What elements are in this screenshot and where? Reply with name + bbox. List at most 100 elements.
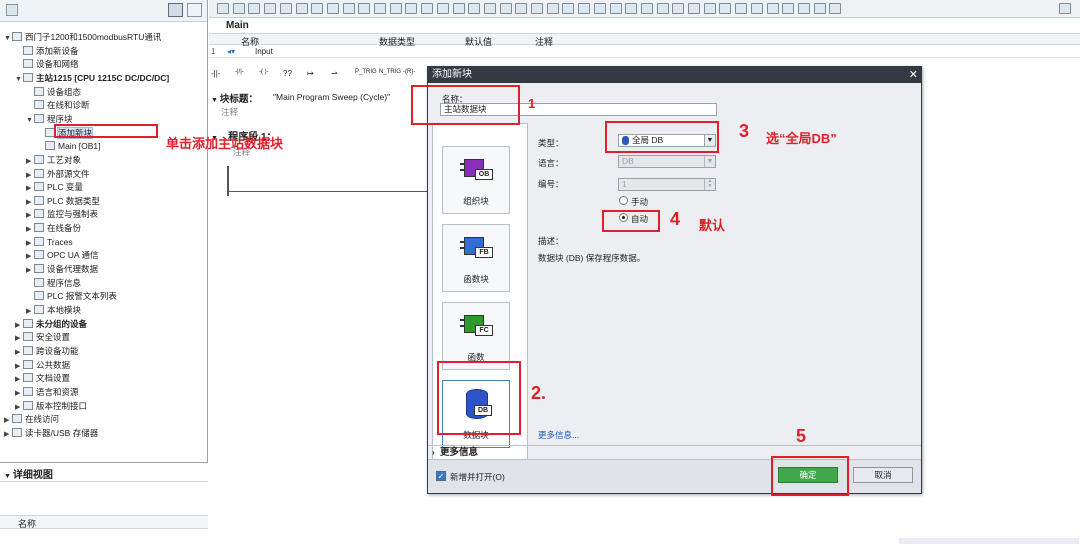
toolbar-icon[interactable] (656, 3, 669, 14)
tree-item[interactable]: ▶ 语言和资源 (15, 386, 79, 399)
tree-item[interactable]: ▶ 工艺对象 (26, 154, 81, 167)
toolbar-icon[interactable] (766, 3, 779, 14)
interface-row-input[interactable]: 1 ◂▾ Input (209, 46, 1080, 58)
detail-name-column[interactable]: 名称 (18, 517, 36, 530)
toolbar-icon[interactable] (279, 3, 292, 14)
expand-down-icon[interactable]: ▼ (4, 32, 12, 45)
ladder-instruction-button[interactable]: N_TRIG (379, 69, 401, 75)
toolbar-icon[interactable] (735, 3, 748, 14)
block-type-ob[interactable]: OB 组织块 (442, 146, 510, 214)
tree-item[interactable]: ▼ 西门子1200和1500modbusRTU通讯 (4, 31, 161, 44)
toolbar-icon[interactable] (782, 3, 795, 14)
toolbar-icon[interactable] (750, 3, 763, 14)
toolbar-icon[interactable] (405, 3, 418, 14)
tree-item[interactable]: ▶ PLC 数据类型 (26, 195, 100, 208)
expand-right-icon[interactable]: ▶ (26, 237, 34, 250)
ladder-instruction-button[interactable]: P_TRIG (355, 69, 377, 75)
toolbar-icon[interactable] (672, 3, 685, 14)
toolbar-icon[interactable] (593, 3, 606, 14)
toolbar-icon[interactable] (609, 3, 622, 14)
expand-right-icon[interactable]: ▶ (26, 155, 34, 168)
toolbar-icon[interactable] (578, 3, 591, 14)
expand-right-icon[interactable]: ▶ (15, 346, 23, 359)
ladder-instruction-button[interactable]: -|/|- (235, 69, 244, 75)
toolbar-icon[interactable] (389, 3, 402, 14)
toolbar-icon[interactable] (311, 3, 324, 14)
split-view-icon[interactable] (187, 3, 202, 17)
tree-item[interactable]: ▶ 文档设置 (15, 372, 70, 385)
expand-right-icon[interactable]: ▶ (15, 319, 23, 332)
tree-item[interactable]: ▶ 在线备份 (26, 222, 81, 235)
number-stepper[interactable]: 1 ▲ ▼ (618, 178, 716, 191)
scroll-right-icon[interactable] (1059, 3, 1071, 14)
toolbar-icon[interactable] (546, 3, 559, 14)
tree-item[interactable]: 在线和诊断 (26, 99, 90, 112)
toolbar-icon[interactable] (468, 3, 481, 14)
toolbar-icon[interactable] (829, 3, 842, 14)
expand-right-icon[interactable]: ▶ (26, 182, 34, 195)
tree-item[interactable]: 程序信息 (26, 277, 81, 290)
toolbar-icon[interactable] (374, 3, 386, 14)
tree-item[interactable]: ▶ 读卡器/USB 存储器 (4, 427, 98, 440)
toolbar-icon[interactable] (813, 3, 826, 14)
toolbar-icon[interactable] (326, 3, 339, 14)
ladder-instruction-button[interactable]: ?? (283, 69, 292, 78)
expand-right-icon[interactable]: ▶ (15, 387, 23, 400)
toolbar-icon[interactable] (436, 3, 449, 14)
toolbar-icon[interactable] (264, 3, 277, 14)
block-title-value[interactable]: "Main Program Sweep (Cycle)" (273, 92, 390, 102)
expand-right-icon[interactable]: ▶ (26, 223, 34, 236)
tree-item[interactable]: ▶ 外部源文件 (26, 168, 90, 181)
toolbar-icon[interactable] (797, 3, 810, 14)
toolbar-icon[interactable] (232, 3, 245, 14)
block-comment[interactable]: 注释 (221, 106, 238, 118)
expand-right-icon[interactable]: ▶ (26, 169, 34, 182)
manual-radio[interactable] (619, 196, 628, 205)
expand-right-icon[interactable]: ▶ (26, 305, 34, 318)
toolbar-icon[interactable] (295, 3, 308, 14)
tree-item[interactable]: ▶ 公共数据 (15, 359, 70, 372)
tree-item[interactable]: ▶ 未分组的设备 (15, 318, 87, 331)
toolbar-icon[interactable] (217, 3, 229, 14)
expand-right-icon[interactable]: ▶ (15, 360, 23, 373)
grid-view-icon[interactable] (168, 3, 183, 17)
ladder-instruction-button[interactable]: -||- (211, 69, 220, 78)
toolbar-icon[interactable] (421, 3, 434, 14)
toolbar-icon[interactable] (531, 3, 543, 14)
tree-item[interactable]: ▶ OPC UA 通信 (26, 249, 98, 262)
expand-right-icon[interactable]: ▶ (4, 428, 12, 441)
toolbar-icon[interactable] (452, 3, 465, 14)
tree-item[interactable]: PLC 报警文本列表 (26, 290, 117, 303)
toolbar-icon[interactable] (719, 3, 732, 14)
language-select[interactable]: DB ▼ (618, 155, 716, 168)
ladder-instruction-button[interactable]: ⇀ (331, 69, 338, 78)
tree-item[interactable]: 设备组态 (26, 86, 81, 99)
expand-down-icon[interactable]: ▼ (15, 73, 23, 86)
ladder-instruction-button[interactable]: -( )- (259, 69, 269, 75)
tree-item[interactable]: Main [OB1] (37, 140, 101, 153)
expand-right-icon[interactable]: ▶ (26, 196, 34, 209)
toolbar-icon[interactable] (640, 3, 653, 14)
toolbar-icon[interactable] (358, 3, 371, 14)
block-type-fb[interactable]: FB 函数块 (442, 224, 510, 292)
expand-right-icon[interactable]: ▶ (15, 401, 23, 414)
tree-item[interactable]: ▶ 设备代理数据 (26, 263, 98, 276)
expand-right-icon[interactable]: ▶ (26, 250, 34, 263)
tree-item[interactable]: ▶ 跨设备功能 (15, 345, 79, 358)
tree-item[interactable]: 设备和网络 (15, 58, 79, 71)
tree-item[interactable]: ▶ 监控与强制表 (26, 208, 98, 221)
open-after-add-checkbox[interactable]: ✓ (436, 471, 446, 481)
toolbar-icon[interactable] (248, 3, 261, 14)
toolbar-icon[interactable] (703, 3, 716, 14)
toolbar-icon[interactable] (499, 3, 512, 14)
ladder-instruction-button[interactable]: ↦ (307, 69, 314, 78)
tree-item[interactable]: ▶ 本地模块 (26, 304, 81, 317)
expand-right-icon[interactable]: ▶ (26, 209, 34, 222)
expand-right-icon[interactable]: ▶ (15, 373, 23, 386)
tree-item[interactable]: ▼ 主站1215 [CPU 1215C DC/DC/DC] (15, 72, 169, 85)
tree-item[interactable]: ▶ 安全设置 (15, 331, 70, 344)
close-icon[interactable]: ✕ (909, 67, 918, 83)
toolbar-icon[interactable] (483, 3, 496, 14)
more-info-link[interactable]: 更多信息... (538, 429, 579, 441)
expand-right-icon[interactable]: ▶ (4, 414, 12, 427)
